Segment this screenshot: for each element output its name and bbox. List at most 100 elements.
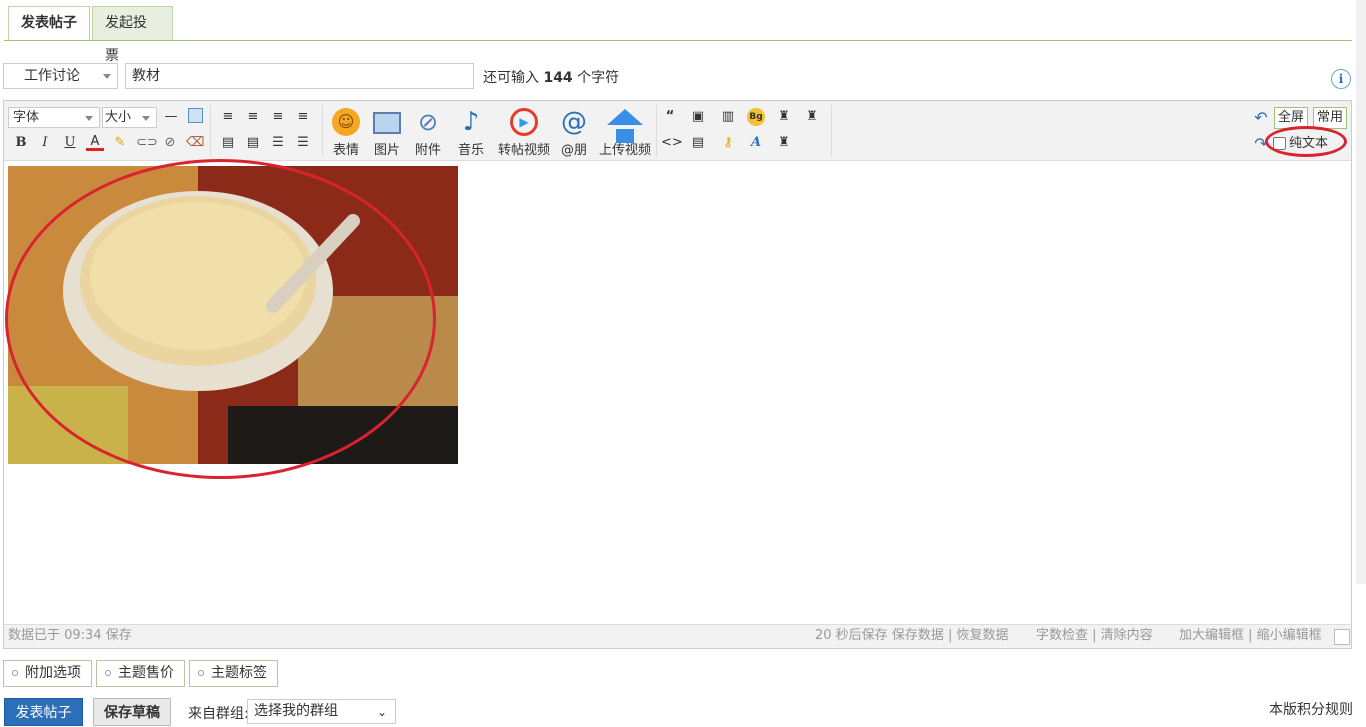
clear-format-icon[interactable]: ⌫ <box>186 134 204 152</box>
clear-content-link[interactable]: 清除内容 <box>1101 628 1153 643</box>
qq-icon[interactable]: ♜ <box>775 134 793 152</box>
scrollbar[interactable] <box>1356 0 1366 584</box>
float-right-icon[interactable]: ▤ <box>244 134 262 152</box>
restore-data-link[interactable]: 恢复数据 <box>957 628 1009 643</box>
qq-icon[interactable]: ♜ <box>803 108 821 126</box>
unordered-list-icon[interactable]: ☰ <box>294 134 312 152</box>
toolbar-separator <box>656 105 657 157</box>
toolbar-separator <box>322 105 323 157</box>
at-icon: @ <box>561 107 587 137</box>
image-button[interactable]: 图片 <box>369 105 405 158</box>
mention-button[interactable]: @ @朋 <box>556 105 592 158</box>
mention-label: @朋 <box>560 143 587 158</box>
toolbar-separator <box>831 105 832 157</box>
qq-icon[interactable]: ♜ <box>775 108 793 126</box>
topic-price-label: 主题售价 <box>118 665 174 681</box>
topic-price-button[interactable]: 主题售价 <box>96 660 185 687</box>
hide-icon[interactable]: ▤ <box>689 134 707 152</box>
size-select[interactable]: 大小 <box>102 107 157 128</box>
font-select-label: 字体 <box>13 110 40 125</box>
italic-icon[interactable]: I <box>36 134 54 152</box>
title-input[interactable]: 教材 <box>125 63 474 89</box>
highlight-icon[interactable]: ✎ <box>111 134 129 152</box>
smiley-icon: ☺ <box>328 105 364 139</box>
annotation-circle <box>5 159 436 479</box>
char-counter: 还可输入 144 个字符 <box>483 67 619 87</box>
attachment-label: 附件 <box>414 143 441 158</box>
size-select-label: 大小 <box>105 110 132 125</box>
ordered-list-icon[interactable]: ☰ <box>269 134 287 152</box>
save-data-link[interactable]: 保存数据 <box>892 628 944 643</box>
underline-icon[interactable]: U <box>61 134 79 152</box>
repost-video-label: 转帖视频 <box>497 143 550 158</box>
editor-statusbar: 数据已于 09:34 保存 20 秒后保存 保存数据 | 恢复数据 字数检查 |… <box>4 624 1351 648</box>
font-color-icon[interactable]: A <box>86 133 104 151</box>
extra-options-button[interactable]: 附加选项 <box>3 660 92 687</box>
music-button[interactable]: ♪ 音乐 <box>453 105 489 158</box>
char-counter-count: 144 <box>543 70 573 86</box>
toolbar-separator <box>210 105 211 157</box>
emoji-label: 表情 <box>332 143 359 158</box>
group-select-value: 选择我的群组 <box>254 703 338 719</box>
resize-handle-icon[interactable] <box>1334 629 1350 645</box>
bold-icon[interactable]: B <box>12 134 30 152</box>
title-value: 教材 <box>132 68 160 84</box>
autosave-text: 20 秒后保存 <box>815 628 888 643</box>
link-icon[interactable]: ⊂⊃ <box>136 134 158 152</box>
resize-tools: 加大编辑框 | 缩小编辑框 <box>1179 628 1322 643</box>
emoji-button[interactable]: ☺ 表情 <box>328 105 364 158</box>
upload-arrow-icon <box>596 105 654 143</box>
group-label: 来自群组: <box>188 706 249 722</box>
column-icon[interactable]: ▥ <box>719 108 737 126</box>
float-left-icon[interactable]: ▤ <box>219 134 237 152</box>
code-icon[interactable]: <> <box>661 134 683 152</box>
category-select[interactable]: 工作讨论 <box>3 63 118 89</box>
bullet-icon <box>12 670 18 676</box>
horizontal-rule-icon[interactable]: — <box>162 108 180 126</box>
unlink-icon[interactable]: ⊘ <box>161 134 179 152</box>
font-style-icon[interactable]: A <box>747 134 765 152</box>
tab-post[interactable]: 发表帖子 <box>8 6 90 41</box>
topic-tags-label: 主题标签 <box>211 665 267 681</box>
upload-video-button[interactable]: 上传视频 <box>596 105 654 158</box>
repost-video-button[interactable]: ▶ 转帖视频 <box>494 105 554 158</box>
chevron-down-icon: ⌄ <box>376 705 387 719</box>
word-check-link[interactable]: 字数检查 <box>1036 628 1088 643</box>
table-icon[interactable] <box>186 108 204 126</box>
picture-icon <box>369 105 405 139</box>
align-right-icon[interactable]: ≡ <box>269 108 287 126</box>
enlarge-editor-link[interactable]: 加大编辑框 <box>1179 628 1244 643</box>
attachment-button[interactable]: ⊘ 附件 <box>410 105 446 158</box>
common-button[interactable]: 常用 <box>1313 107 1347 129</box>
music-label: 音乐 <box>457 143 484 158</box>
free-icon[interactable]: ▣ <box>689 108 707 126</box>
quote-icon[interactable]: “ <box>661 108 679 126</box>
save-draft-button[interactable]: 保存草稿 <box>93 698 171 726</box>
font-select[interactable]: 字体 <box>8 107 100 128</box>
password-icon[interactable]: ⚷ <box>719 134 737 152</box>
submit-post-button[interactable]: 发表帖子 <box>4 698 83 726</box>
bullet-icon <box>105 670 111 676</box>
background-icon[interactable]: Bg <box>747 108 765 126</box>
chevron-down-icon <box>103 74 111 79</box>
word-tools: 字数检查 | 清除内容 <box>1036 628 1153 643</box>
justify-icon[interactable]: ≡ <box>294 108 312 126</box>
autosave-status: 20 秒后保存 保存数据 | 恢复数据 <box>815 628 1009 643</box>
annotation-circle <box>1265 126 1347 157</box>
group-select[interactable]: 选择我的群组 ⌄ <box>247 699 396 724</box>
chevron-down-icon <box>85 116 93 121</box>
chevron-down-icon <box>142 116 150 121</box>
tab-vote[interactable]: 发起投票 <box>92 6 173 64</box>
info-icon[interactable]: i <box>1331 69 1351 89</box>
char-counter-prefix: 还可输入 <box>483 70 539 86</box>
align-center-icon[interactable]: ≡ <box>244 108 262 126</box>
rules-link[interactable]: 本版积分规则 <box>1269 699 1353 719</box>
topic-tags-button[interactable]: 主题标签 <box>189 660 278 687</box>
upload-video-label: 上传视频 <box>598 143 651 158</box>
align-left-icon[interactable]: ≡ <box>219 108 237 126</box>
saved-status: 数据已于 09:34 保存 <box>8 628 132 643</box>
bullet-icon <box>198 670 204 676</box>
shrink-editor-link[interactable]: 缩小编辑框 <box>1257 628 1322 643</box>
image-label: 图片 <box>373 143 400 158</box>
undo-icon[interactable]: ↶ <box>1252 109 1270 127</box>
